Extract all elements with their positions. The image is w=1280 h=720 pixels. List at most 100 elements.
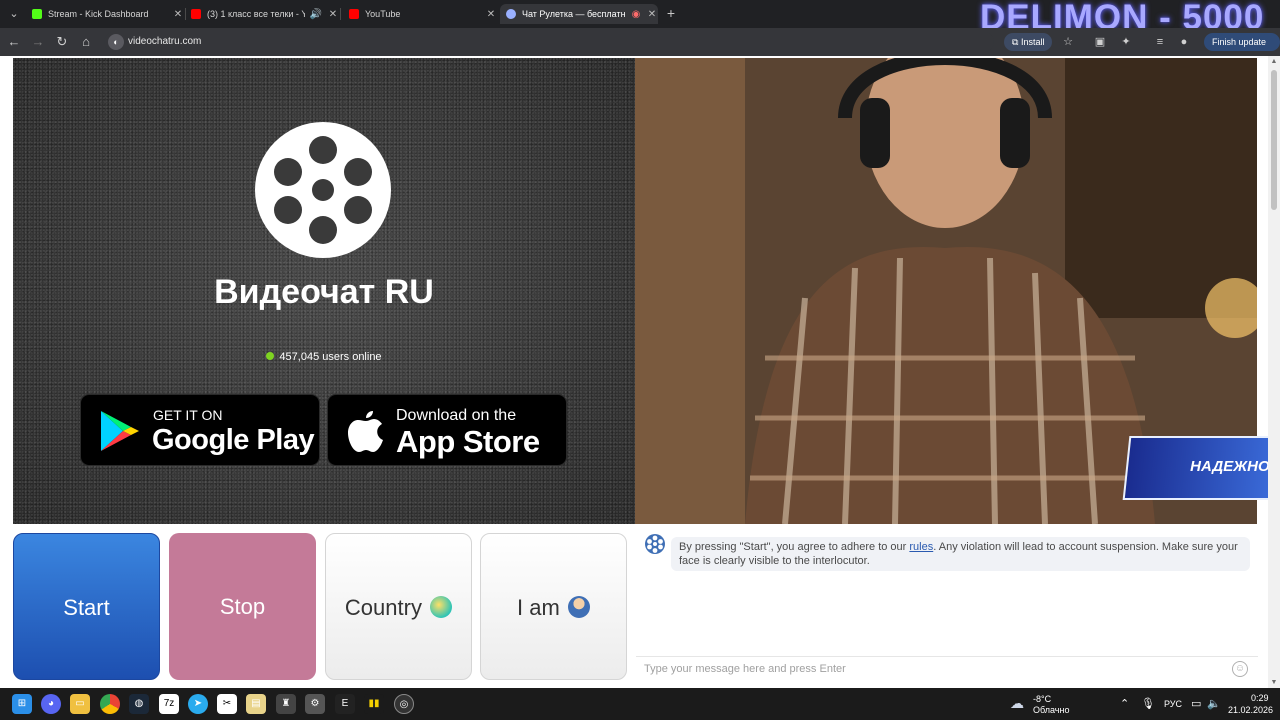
close-icon[interactable]: ✕ [327, 9, 339, 20]
tab-youtube[interactable]: YouTube ✕ [343, 4, 497, 24]
start-button[interactable]: Start [13, 533, 160, 680]
chat-input[interactable]: Type your message here and press Enter ☺ [636, 656, 1258, 680]
browser-toolbar: ← → ↻ ⌂ ◐ videochatru.com ⧉ Install ☆ ▣ … [0, 28, 1280, 65]
clock-time[interactable]: 0:29 [1251, 693, 1269, 703]
finish-update-label: Finish update [1212, 37, 1267, 47]
kick-icon [32, 9, 42, 19]
install-label: Install [1020, 37, 1045, 47]
app-yellow-icon[interactable]: ▮▮ [364, 694, 384, 714]
tab-bar: ⌄ Stream - Kick Dashboard ✕ (3) 1 класс … [0, 0, 1280, 37]
tab-title: Чат Рулетка — бесплатный [522, 9, 626, 19]
install-button[interactable]: ⧉ Install [1004, 33, 1053, 51]
videochat-avatar-icon [645, 534, 665, 554]
profile-icon[interactable]: ● [1176, 34, 1192, 50]
back-icon[interactable]: ← [6, 34, 22, 50]
youtube-icon [349, 9, 359, 19]
close-icon[interactable]: ✕ [646, 9, 658, 20]
tab-title: (3) 1 класс все телки - YouT [207, 9, 305, 19]
clock-date[interactable]: 21.02.2026 [1228, 705, 1273, 715]
chat-panel: By pressing "Start", you agree to adhere… [636, 533, 1258, 680]
close-icon[interactable]: ✕ [485, 9, 497, 20]
country-label: Country [344, 595, 422, 620]
tab-kick-dashboard[interactable]: Stream - Kick Dashboard ✕ [26, 4, 184, 24]
stream-overlay-badge: НАДЕЖНО [1122, 436, 1278, 500]
scroll-thumb[interactable] [1271, 70, 1277, 210]
reading-list-icon[interactable]: ≡ [1152, 34, 1168, 50]
message-text-before: By pressing "Start", you agree to adhere… [679, 541, 910, 553]
tab-title: Stream - Kick Dashboard [48, 9, 149, 19]
epic-games-icon[interactable]: E [335, 694, 355, 714]
display-icon[interactable]: ▭ [1191, 697, 1201, 710]
tab-search-icon[interactable]: ⌄ [6, 6, 22, 22]
page-scrollbar[interactable]: ▲ ▼ [1268, 56, 1280, 688]
i-am-label: I am [517, 595, 560, 620]
home-icon[interactable]: ⌂ [78, 34, 94, 50]
youtube-icon [191, 9, 201, 19]
extensions-puzzle-icon[interactable]: ✦ [1118, 34, 1134, 50]
stop-button[interactable]: Stop [169, 533, 316, 680]
tray-chevron-icon[interactable]: ⌃ [1120, 697, 1129, 710]
globe-icon [430, 596, 453, 618]
google-play-big: Google Play [152, 424, 315, 456]
speaker-icon[interactable]: 🔊 [309, 9, 323, 20]
app-store-small: Download on the [396, 407, 517, 424]
site-info-icon[interactable]: ◐ [108, 34, 124, 50]
videochat-logo-icon [255, 122, 391, 258]
language-indicator[interactable]: РУС [1164, 699, 1182, 709]
telegram-icon[interactable]: ➤ [188, 694, 208, 714]
bookmark-star-icon[interactable]: ☆ [1060, 34, 1076, 50]
weather-temperature: -8°C [1033, 694, 1052, 704]
google-play-button[interactable]: GET IT ON Google Play [80, 394, 320, 466]
app-store-button[interactable]: Download on the App Store [327, 394, 567, 466]
apple-icon [348, 411, 383, 452]
online-dot-icon [266, 352, 275, 360]
windows-start-icon[interactable]: ⊞ [12, 694, 32, 714]
url-text: videochatru.com [128, 36, 202, 47]
finish-update-button[interactable]: Finish update ⋮ [1204, 33, 1280, 65]
tab-youtube-video[interactable]: (3) 1 класс все телки - YouT 🔊 ✕ [185, 4, 339, 24]
person-icon [567, 596, 590, 618]
windows-taskbar: ⊞ ◕ ▭ ◍ 7z ➤ ✂ ▤ ♜ ⚙ E ▮▮ ◎ ☁ -8°C Облач… [0, 688, 1280, 720]
badge-text: НАДЕЖНО [1190, 458, 1270, 475]
online-counter: 457,045 users online [13, 351, 635, 363]
tab-separator [340, 8, 341, 20]
scroll-up-icon[interactable]: ▲ [1270, 58, 1278, 65]
notes-icon[interactable]: ▤ [246, 694, 266, 714]
weather-description: Облачно [1033, 705, 1070, 715]
country-button[interactable]: Country [325, 533, 472, 680]
rules-link[interactable]: rules [909, 541, 933, 553]
app-store-big: App Store [396, 424, 540, 459]
settings-gear-icon[interactable]: ⚙ [305, 694, 325, 714]
i-am-button[interactable]: I am [480, 533, 627, 680]
close-icon[interactable]: ✕ [172, 9, 184, 20]
chrome-icon[interactable] [100, 694, 120, 714]
system-chat-message: By pressing "Start", you agree to adhere… [671, 537, 1250, 571]
chat-input-placeholder: Type your message here and press Enter [644, 663, 846, 675]
tab-title: YouTube [365, 9, 401, 19]
7zip-icon[interactable]: 7z [159, 694, 179, 714]
install-icon: ⧉ [1012, 37, 1021, 47]
volume-icon[interactable]: 🔈 [1207, 697, 1221, 710]
scroll-down-icon[interactable]: ▼ [1270, 679, 1278, 686]
videochat-icon [506, 9, 516, 19]
google-play-small: GET IT ON [153, 407, 223, 423]
file-explorer-icon[interactable]: ▭ [70, 694, 90, 714]
recording-icon: ◉ [631, 8, 641, 20]
weather-cloud-icon: ☁ [1010, 695, 1024, 711]
capcut-icon[interactable]: ✂ [217, 694, 237, 714]
obs-icon[interactable]: ◎ [394, 694, 414, 714]
tab-videochat[interactable]: Чат Рулетка — бесплатный ◉ ✕ [500, 4, 658, 24]
steam-icon[interactable]: ◍ [129, 694, 149, 714]
local-video-panel: Видеочат RU 457,045 users online GET IT … [13, 58, 635, 524]
brand-title: Видеочат RU [214, 273, 434, 311]
discord-icon[interactable]: ◕ [41, 694, 61, 714]
reload-icon[interactable]: ↻ [54, 34, 70, 50]
forward-icon[interactable]: → [30, 34, 46, 50]
emoji-icon[interactable]: ☺ [1232, 661, 1248, 677]
extension-icon[interactable]: ▣ [1092, 34, 1108, 50]
new-tab-icon[interactable]: + [664, 5, 678, 21]
app-icon[interactable]: ♜ [276, 694, 296, 714]
microphone-icon[interactable]: 🎙 [1141, 697, 1155, 710]
google-play-icon [101, 411, 139, 451]
address-bar[interactable]: ◐ videochatru.com [104, 32, 994, 52]
